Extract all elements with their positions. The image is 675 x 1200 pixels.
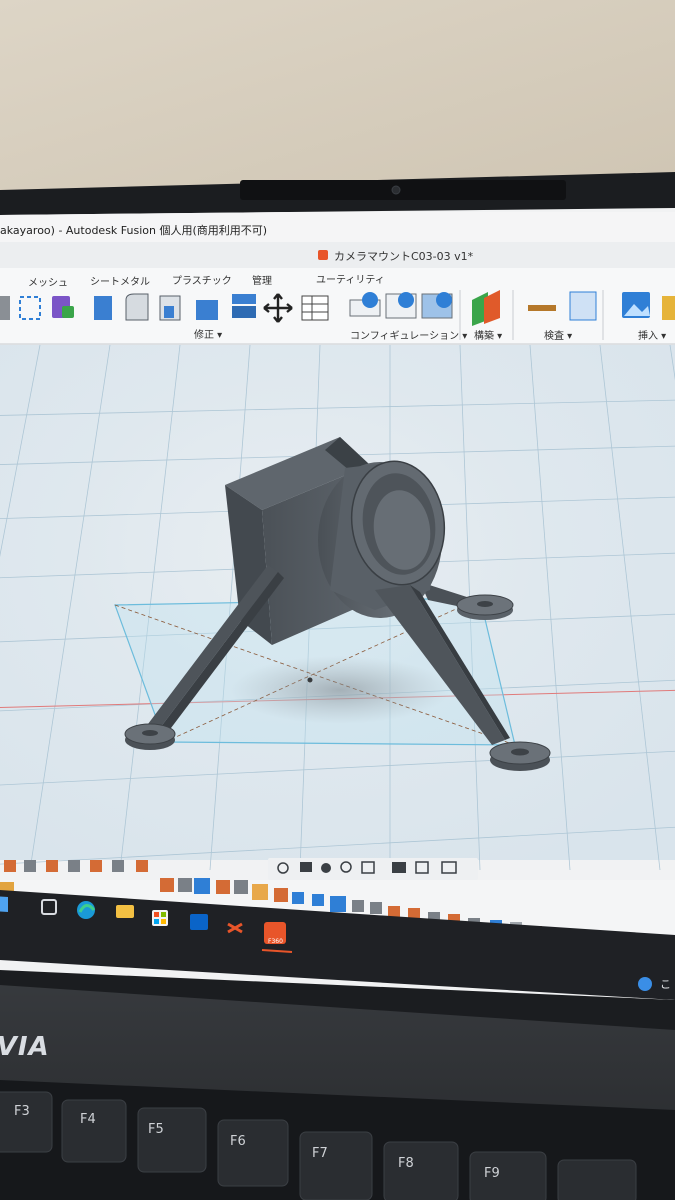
tab-mesh[interactable]: メッシュ xyxy=(28,274,68,289)
key-f8[interactable] xyxy=(383,1141,459,1200)
pan-icon[interactable] xyxy=(321,863,331,873)
section-analysis-icon[interactable] xyxy=(569,291,597,321)
key-f7[interactable] xyxy=(299,1131,373,1200)
weather-icon[interactable] xyxy=(638,977,652,991)
display-settings-icon[interactable] xyxy=(392,862,406,873)
key-f8-label: F8 xyxy=(398,1156,414,1171)
wall-background xyxy=(0,0,675,200)
key-f3[interactable] xyxy=(0,1091,53,1153)
file-explorer-icon[interactable] xyxy=(116,905,134,918)
insert-mesh-icon[interactable] xyxy=(662,296,675,320)
window-title: akayaroo) - Autodesk Fusion 個人用(商用利用不可) xyxy=(0,224,268,237)
tab-sheet-metal[interactable]: シートメタル xyxy=(90,273,150,288)
key-f6-label: F6 xyxy=(230,1134,246,1149)
tab-utilities[interactable]: ユーティリティ xyxy=(316,271,385,286)
key-f5[interactable] xyxy=(137,1107,207,1173)
fusion-doc-icon xyxy=(318,250,328,260)
tab-plastic[interactable]: プラスチック xyxy=(172,272,232,287)
windows-start-icon[interactable] xyxy=(0,896,8,912)
construct-menu[interactable]: 構築 ▾ xyxy=(474,327,502,342)
box-tool-icon[interactable] xyxy=(0,296,10,320)
shell-icon[interactable] xyxy=(196,300,218,320)
webcam-housing xyxy=(240,180,566,200)
inspect-menu[interactable]: 検査 ▾ xyxy=(544,327,572,342)
tab-manage[interactable]: 管理 xyxy=(252,272,272,287)
tray-text: こ xyxy=(660,978,671,991)
model-shadow xyxy=(230,656,450,724)
key-f9[interactable] xyxy=(469,1151,547,1200)
key-f10[interactable] xyxy=(557,1159,637,1200)
fillet-icon[interactable] xyxy=(125,293,149,321)
key-f7-label: F7 xyxy=(312,1146,328,1161)
insert-menu[interactable]: 挿入 ▾ xyxy=(638,327,666,342)
look-at-icon[interactable] xyxy=(300,862,312,872)
key-f4[interactable] xyxy=(61,1099,127,1163)
navigation-toolbar[interactable] xyxy=(268,858,478,880)
key-f6[interactable] xyxy=(217,1119,289,1187)
parameters-icon[interactable] xyxy=(301,295,329,321)
outlook-icon[interactable] xyxy=(190,914,208,930)
webcam-icon xyxy=(391,185,401,195)
modify-menu[interactable]: 修正 ▾ xyxy=(194,326,222,341)
laptop-brand: NVIA xyxy=(0,1032,50,1062)
key-f4-label: F4 xyxy=(80,1112,96,1127)
scale-icon[interactable] xyxy=(232,294,256,304)
key-f9-label: F9 xyxy=(484,1166,500,1181)
configuration-menu[interactable]: コンフィギュレーション ▾ xyxy=(350,327,467,342)
photo-scene xyxy=(0,0,675,1200)
document-tab[interactable]: カメラマウントC03-03 v1* xyxy=(334,248,473,264)
fusion-taskbar-label: F360 xyxy=(268,938,283,945)
key-f3-label: F3 xyxy=(14,1104,30,1119)
key-f5-label: F5 xyxy=(148,1122,164,1137)
press-pull-icon[interactable] xyxy=(94,296,112,320)
